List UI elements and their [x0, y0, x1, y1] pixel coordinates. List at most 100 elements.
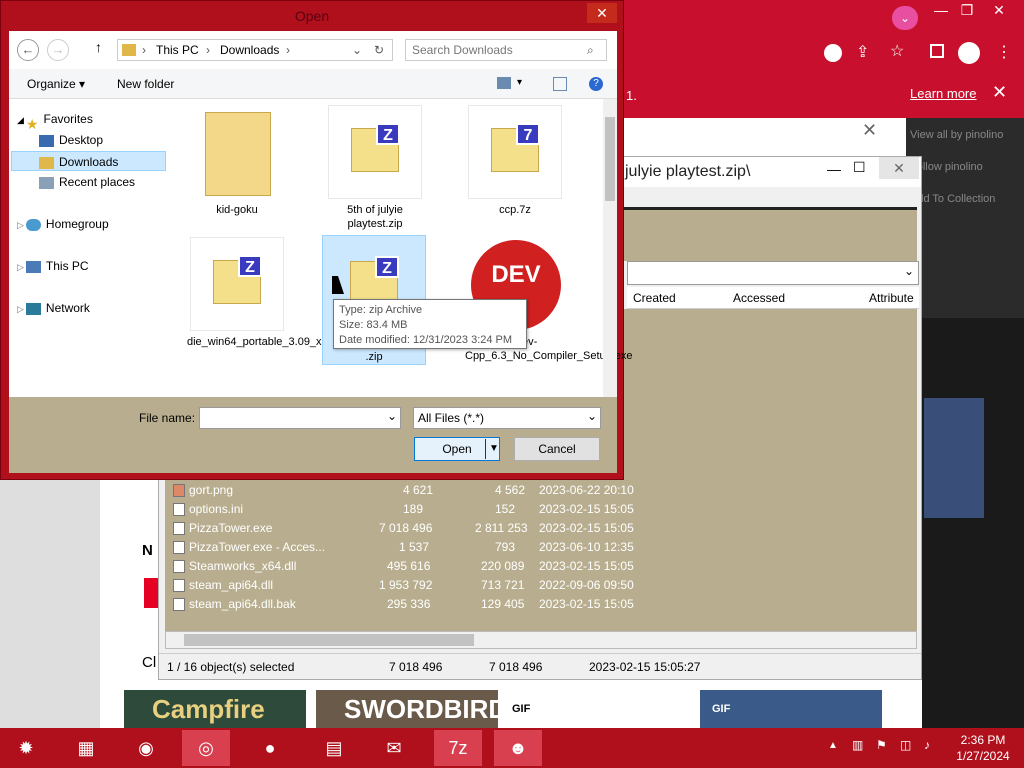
sz-maximize-icon[interactable]: ☐ — [853, 159, 866, 176]
dialog-close-icon[interactable]: ✕ — [587, 3, 617, 23]
chevron-down-icon: ⌄ — [903, 264, 914, 278]
game-icon[interactable]: ☻ — [494, 730, 542, 766]
clock[interactable]: 2:36 PM 1/27/2024 — [950, 732, 1016, 764]
share-icon[interactable]: ⇪ — [856, 42, 869, 62]
pin-view-all[interactable]: View all by pinolino — [910, 124, 1020, 146]
tree-desktop[interactable]: Desktop — [39, 130, 103, 150]
file-tile[interactable]: Zdie_win64_portable_3.09_x64.zip — [187, 237, 351, 349]
chevron-down-icon[interactable]: ⌄ — [352, 43, 362, 57]
help-icon[interactable]: ? — [589, 77, 603, 91]
cancel-button[interactable]: Cancel — [514, 437, 600, 461]
view-options-icon[interactable] — [497, 77, 511, 89]
table-row[interactable]: steam_api64.dll.bak 295 336 129 405 2023-02… — [173, 595, 634, 614]
page-red-button[interactable] — [144, 578, 158, 608]
col-created[interactable]: Created — [633, 291, 676, 305]
tree-recent[interactable]: Recent places — [39, 172, 135, 192]
file-tile-label: 5th of julyie playtest.zip — [347, 204, 403, 230]
col-accessed[interactable]: Accessed — [733, 291, 785, 305]
sz-close-icon[interactable]: ✕ — [879, 157, 919, 179]
page-close-icon[interactable]: ✕ — [862, 120, 877, 141]
google-icon[interactable] — [824, 44, 842, 62]
tree-homegroup[interactable]: ▷ Homegroup — [17, 214, 109, 234]
volume-icon[interactable]: ♪ — [924, 738, 930, 752]
chevron-down-icon[interactable]: ⌄ — [892, 6, 918, 30]
file-name-input[interactable] — [199, 407, 401, 429]
sidepanel-icon[interactable] — [930, 44, 944, 58]
thumb-gif-1[interactable]: GIF — [508, 690, 690, 728]
tree-this-pc[interactable]: ▷ This PC — [17, 256, 89, 276]
command-bar: Organize ▾ New folder ▾ ? — [9, 69, 617, 99]
new-folder-button[interactable]: New folder — [117, 77, 174, 91]
pin-follow[interactable]: Follow pinolino — [910, 156, 1020, 178]
app-icon[interactable]: ● — [246, 730, 294, 766]
outlook-icon[interactable]: ✉ — [370, 730, 418, 766]
thumbnail-strip: Campfire SWORDBIRD GIF GIF — [124, 690, 884, 728]
col-attribute[interactable]: Attribute — [869, 291, 914, 305]
file-size: 4 621 — [403, 483, 434, 497]
organize-button[interactable]: Organize ▾ — [27, 77, 85, 91]
horizontal-scrollbar[interactable] — [165, 631, 917, 649]
sevenzip-path-combo[interactable]: ⌄ — [627, 261, 919, 285]
up-arrow-icon[interactable]: ↑ — [95, 39, 102, 55]
preview-pane-icon[interactable] — [553, 77, 567, 91]
file-name: PizzaTower.exe — [189, 521, 273, 535]
table-row[interactable]: steam_api64.dll 1 953 792 713 721 2022-09-0… — [173, 576, 634, 595]
network-app-icon[interactable]: ▤ — [310, 730, 358, 766]
sevenzip-icon[interactable]: 7z — [434, 730, 482, 766]
refresh-icon[interactable]: ↻ — [374, 43, 384, 57]
start-icon[interactable]: ✹ — [2, 730, 50, 766]
tree-favorites[interactable]: ◢ ★ Favorites — [17, 109, 93, 132]
thumb-swordbird[interactable]: SWORDBIRD — [316, 690, 498, 728]
file-tile[interactable]: Z 5th of julyie playtest.zip — [325, 105, 425, 231]
status-modified: 2023-02-15 15:05:27 — [589, 660, 701, 674]
thumb-gif-2[interactable]: GIF — [700, 690, 882, 728]
vertical-scrollbar[interactable] — [603, 99, 617, 427]
file-size: 1 537 — [399, 540, 430, 554]
tray-up-icon[interactable]: ▲ — [828, 740, 838, 751]
chevron-down-icon[interactable]: ⌄ — [587, 409, 597, 423]
file-explorer-icon[interactable]: ▦ — [62, 730, 110, 766]
wifi-icon[interactable]: ◫ — [900, 738, 911, 752]
table-row[interactable]: PizzaTower.exe 7 018 496 2 811 253 2023-02-… — [173, 519, 634, 538]
breadcrumb-downloads[interactable]: Downloads — [220, 43, 279, 57]
learn-more-link[interactable]: Learn more — [910, 86, 976, 101]
tree-network[interactable]: ▷ Network — [17, 298, 90, 318]
breadcrumb-sep-icon: › — [286, 43, 290, 57]
table-row[interactable]: gort.png 4 621 4 562 2023-06-22 20:10 — [173, 481, 634, 500]
chrome-icon[interactable]: ◎ — [182, 730, 230, 766]
menu-icon[interactable]: ⋮ — [996, 42, 1012, 62]
breadcrumb-this-pc[interactable]: This PC — [156, 43, 199, 57]
file-tile[interactable]: kid-goku — [187, 105, 287, 217]
file-tile[interactable]: 7 ccp.7z — [465, 105, 565, 217]
chevron-down-icon[interactable]: ⌄ — [387, 409, 397, 423]
firefox-icon[interactable]: ◉ — [122, 730, 170, 766]
pin-sidebar: View all by pinolino Follow pinolino Add… — [906, 118, 1024, 318]
thumb-campfire[interactable]: Campfire — [124, 690, 306, 728]
table-row[interactable]: Steamworks_x64.dll 495 616 220 089 2023-02-… — [173, 557, 634, 576]
breadcrumb[interactable]: › This PC › Downloads › ⌄ ↻ — [117, 39, 393, 61]
table-row[interactable]: options.ini 189 152 2023-02-15 15:05 — [173, 500, 634, 519]
flag-icon[interactable]: ⚑ — [876, 738, 887, 752]
table-row[interactable]: PizzaTower.exe - Acces... 1 537 793 2023-06… — [173, 538, 634, 557]
clock-time: 2:36 PM — [960, 733, 1006, 747]
tree-downloads[interactable]: Downloads — [11, 151, 166, 171]
scroll-thumb[interactable] — [184, 634, 474, 646]
pin-add-collection[interactable]: Add To Collection — [910, 188, 1020, 210]
open-dropdown-icon[interactable]: ▼ — [485, 439, 499, 459]
forward-icon[interactable]: → — [47, 39, 69, 61]
file-type-select[interactable]: All Files (*.*) — [413, 407, 601, 429]
scroll-thumb[interactable] — [605, 117, 615, 201]
close-icon[interactable]: ✕ — [984, 0, 1014, 20]
chevron-down-icon[interactable]: ▾ — [517, 77, 522, 88]
back-icon[interactable]: ← — [17, 39, 39, 61]
tray-network-icon[interactable]: ▥ — [852, 738, 863, 752]
notice-close-icon[interactable]: ✕ — [992, 82, 1007, 103]
star-icon[interactable]: ☆ — [890, 41, 904, 61]
restore-icon[interactable]: ❐ — [952, 0, 982, 20]
file-modified: 2023-02-15 15:05 — [539, 597, 634, 611]
profile-icon[interactable] — [958, 42, 980, 64]
exe-file-icon — [173, 522, 185, 535]
search-input[interactable]: Search Downloads — [405, 39, 607, 61]
sz-minimize-icon[interactable]: — — [827, 161, 841, 177]
expand-icon: ▷ — [17, 220, 24, 230]
